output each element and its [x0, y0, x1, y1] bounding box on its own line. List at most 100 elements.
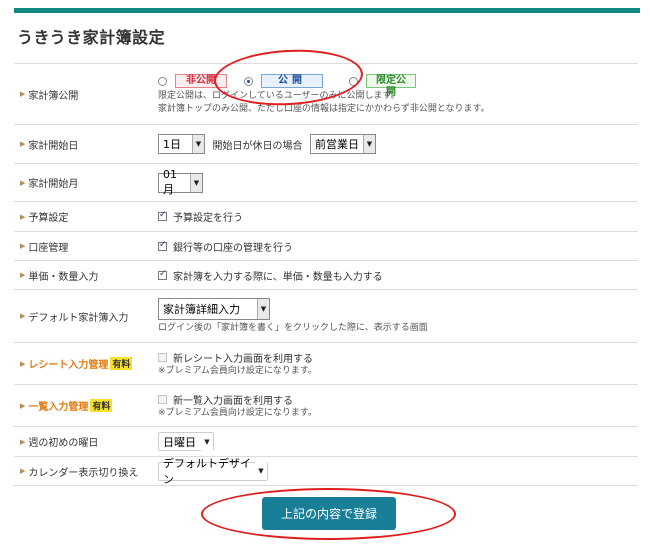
accounts-checkbox-label[interactable]: 銀行等の口座の管理を行う [173, 243, 293, 254]
header-accent-bar [14, 8, 640, 13]
value-list-input: 新一覧入力画面を利用する ※プレミアム会員向け設定になります。 [156, 392, 638, 420]
row-unit-price: ▶ 単価・数量入力 家計簿を入力する際に、単価・数量も入力する [14, 260, 638, 289]
week-start-value: 日曜日 [163, 435, 196, 449]
value-visibility: 非公開 公開 限定公開 限定公開は、ログインしているユーザーのみに公開します。 … [156, 72, 638, 116]
value-start-month: 01月 ▼ [156, 168, 638, 196]
row-accounts: ▶ 口座管理 銀行等の口座の管理を行う [14, 231, 638, 260]
label-calendar: カレンダー表示切り換え [28, 467, 139, 479]
list-input-checkbox[interactable] [158, 394, 167, 404]
receipt-checkbox-label[interactable]: 新レシート入力画面を利用する [173, 354, 313, 365]
triangle-right-icon: ▶ [20, 271, 26, 279]
triangle-right-icon: ▶ [20, 359, 26, 368]
triangle-right-icon: ▶ [20, 312, 26, 320]
label-budget: 予算設定 [28, 213, 69, 224]
value-default-input: 家計簿詳細入力 ▼ ログイン後の「家計簿を書く」をクリックした際に、表示する画面 [156, 297, 638, 335]
row-start-month: ▶ 家計開始月 01月 ▼ [14, 163, 638, 201]
value-week-start: 日曜日 ▼ [156, 432, 638, 451]
default-input-select[interactable]: 家計簿詳細入力 ▼ [158, 297, 270, 320]
row-calendar: ▶ カレンダー表示切り換え デフォルトデザイン ▼ [14, 456, 638, 486]
chevron-down-icon: ▼ [363, 135, 375, 153]
row-default-input: ▶ デフォルト家計簿入力 家計簿詳細入力 ▼ ログイン後の「家計簿を書く」をクリ… [14, 289, 638, 342]
triangle-right-icon: ▶ [20, 90, 26, 98]
radio-limited[interactable] [349, 76, 358, 86]
row-label: ▶ レシート入力管理 有料 [14, 356, 156, 371]
row-label: ▶ 週の初めの曜日 [14, 434, 156, 450]
row-label: ▶ 家計開始日 [14, 137, 156, 152]
label-default-input: デフォルト家計簿入力 [28, 312, 129, 324]
row-label: ▶ 単価・数量入力 [14, 268, 156, 283]
chevron-down-icon: ▼ [190, 173, 202, 192]
radio-private[interactable] [158, 76, 167, 86]
chevron-down-icon: ▼ [255, 462, 267, 480]
value-calendar: デフォルトデザイン ▼ [156, 457, 638, 486]
start-day-value: 1日 [163, 138, 181, 151]
option-public-label[interactable]: 公開 [261, 74, 323, 88]
triangle-right-icon: ▶ [20, 178, 26, 187]
row-week-start: ▶ 週の初めの曜日 日曜日 ▼ [14, 426, 638, 456]
value-receipt: 新レシート入力画面を利用する ※プレミアム会員向け設定になります。 [156, 350, 638, 378]
default-input-note: ログイン後の「家計簿を書く」をクリックした際に、表示する画面 [158, 322, 428, 333]
value-start-day: 1日 ▼ 開始日が休日の場合 前営業日 ▼ [156, 134, 638, 154]
label-unit-price: 単価・数量入力 [28, 271, 99, 283]
option-private-label[interactable]: 非公開 [175, 74, 227, 88]
visibility-note-1: 限定公開は、ログインしているユーザーのみに公開します。 [158, 91, 400, 101]
accounts-checkbox[interactable] [158, 240, 167, 251]
visibility-note-2: 家計簿トップのみ公開、ただし口座の情報は指定にかかわらず非公開となります。 [158, 104, 490, 114]
label-start-day: 家計開始日 [28, 140, 79, 152]
row-start-day: ▶ 家計開始日 1日 ▼ 開始日が休日の場合 前営業日 ▼ [14, 124, 638, 163]
row-receipt: ▶ レシート入力管理 有料 新レシート入力画面を利用する ※プレミアム会員向け設… [14, 342, 638, 384]
budget-checkbox-label[interactable]: 予算設定を行う [173, 213, 243, 224]
label-start-month: 家計開始月 [28, 179, 79, 190]
triangle-right-icon: ▶ [20, 242, 26, 250]
budget-checkbox[interactable] [158, 210, 167, 221]
holiday-select[interactable]: 前営業日 ▼ [310, 134, 376, 154]
settings-form: ▶ 家計簿公開 非公開 公開 限定公開 限定公開は、ログインしているユーザーのみ… [14, 63, 638, 486]
start-month-select[interactable]: 01月 ▼ [158, 168, 203, 196]
row-budget: ▶ 予算設定 予算設定を行う [14, 201, 638, 231]
page-title: うきうき家計簿設定 [17, 28, 166, 47]
row-visibility: ▶ 家計簿公開 非公開 公開 限定公開 限定公開は、ログインしているユーザーのみ… [14, 63, 638, 124]
triangle-right-icon: ▶ [20, 401, 26, 410]
row-list-input: ▶ 一覧入力管理 有料 新一覧入力画面を利用する ※プレミアム会員向け設定になり… [14, 384, 638, 426]
start-day-select[interactable]: 1日 ▼ [158, 134, 205, 154]
row-label: ▶ 予算設定 [14, 209, 156, 225]
value-accounts: 銀行等の口座の管理を行う [156, 239, 638, 254]
default-input-value: 家計簿詳細入力 [163, 302, 240, 316]
triangle-right-icon: ▶ [20, 140, 26, 148]
list-input-note: ※プレミアム会員向け設定になります。 [158, 407, 318, 418]
row-label: ▶ 家計開始月 [14, 175, 156, 191]
receipt-note: ※プレミアム会員向け設定になります。 [158, 365, 318, 376]
label-list-input: 一覧入力管理 [28, 402, 89, 413]
option-limited-label[interactable]: 限定公開 [366, 74, 416, 98]
calendar-select[interactable]: デフォルトデザイン ▼ [158, 457, 268, 486]
triangle-right-icon: ▶ [20, 212, 26, 221]
holiday-value: 前営業日 [315, 138, 359, 151]
label-week-start: 週の初めの曜日 [28, 438, 99, 449]
triangle-right-icon: ▶ [20, 467, 26, 475]
week-start-select[interactable]: 日曜日 ▼ [158, 432, 214, 451]
holiday-label: 開始日が休日の場合 [212, 140, 303, 152]
value-budget: 予算設定を行う [156, 209, 638, 224]
row-label: ▶ 家計簿公開 [14, 87, 156, 102]
radio-public[interactable] [244, 76, 253, 86]
label-visibility: 家計簿公開 [28, 90, 79, 102]
row-label: ▶ カレンダー表示切り換え [14, 464, 156, 479]
start-month-value: 01月 [163, 168, 177, 196]
triangle-right-icon: ▶ [20, 437, 26, 446]
chevron-down-icon: ▼ [257, 298, 269, 319]
chevron-down-icon: ▼ [192, 135, 204, 153]
row-label: ▶ 一覧入力管理 有料 [14, 398, 156, 413]
row-label: ▶ デフォルト家計簿入力 [14, 309, 156, 324]
unit-price-checkbox-label[interactable]: 家計簿を入力する際に、単価・数量も入力する [173, 272, 383, 283]
receipt-checkbox[interactable] [158, 352, 167, 362]
row-label: ▶ 口座管理 [14, 239, 156, 254]
list-input-checkbox-label[interactable]: 新一覧入力画面を利用する [173, 396, 293, 407]
label-accounts: 口座管理 [28, 242, 69, 254]
unit-price-checkbox[interactable] [158, 269, 167, 280]
chevron-down-icon: ▼ [201, 432, 213, 451]
value-unit-price: 家計簿を入力する際に、単価・数量も入力する [156, 268, 638, 283]
label-receipt: レシート入力管理 [28, 360, 109, 371]
paid-badge: 有料 [90, 399, 113, 412]
calendar-value: デフォルトデザイン [163, 457, 251, 486]
submit-button[interactable]: 上記の内容で登録 [262, 497, 396, 530]
